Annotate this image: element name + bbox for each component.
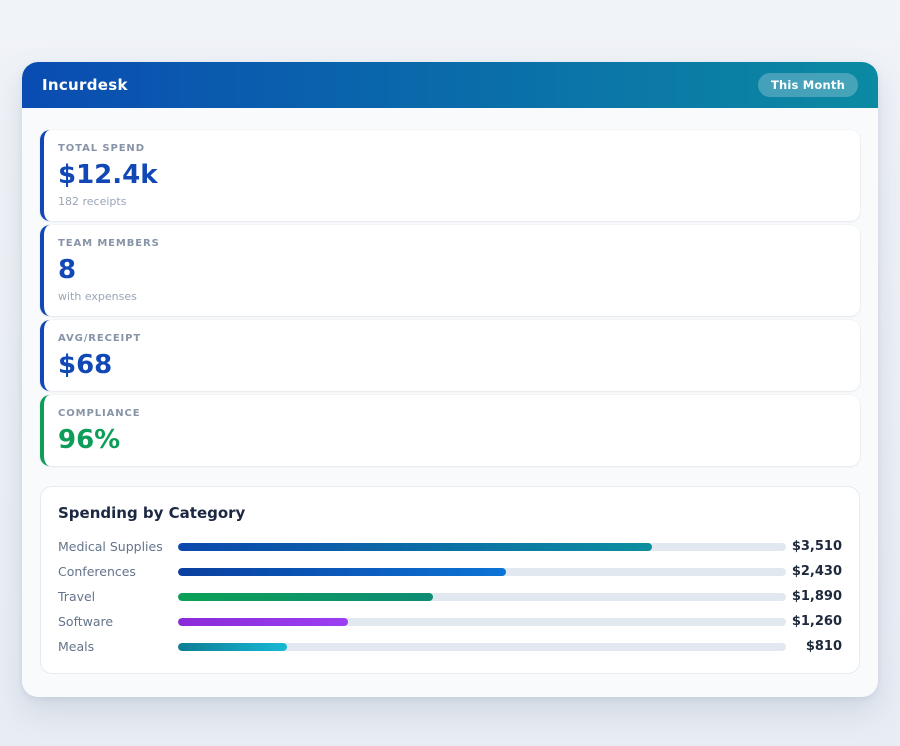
spending-row: Conferences $2,430: [58, 559, 842, 584]
stat-label: COMPLIANCE: [58, 408, 842, 419]
app-header: Incurdesk This Month: [22, 62, 878, 108]
stat-label: TEAM MEMBERS: [58, 238, 842, 249]
stat-subtext: with expenses: [58, 290, 842, 303]
category-bar-track: [178, 618, 786, 626]
category-bar-track: [178, 593, 786, 601]
category-label: Medical Supplies: [58, 539, 178, 554]
stat-value: $68: [58, 352, 842, 378]
stat-card-compliance: COMPLIANCE 96%: [40, 395, 860, 466]
stat-card-total-spend: TOTAL SPEND $12.4k 182 receipts: [40, 130, 860, 221]
category-value: $1,260: [786, 614, 842, 629]
app-title: Incurdesk: [42, 76, 128, 94]
category-bar-track: [178, 643, 786, 651]
spending-row: Travel $1,890: [58, 584, 842, 609]
category-value: $810: [786, 639, 842, 654]
stat-label: TOTAL SPEND: [58, 143, 842, 154]
category-bar-track: [178, 568, 786, 576]
category-bar-fill: [178, 618, 348, 626]
category-label: Meals: [58, 639, 178, 654]
category-label: Travel: [58, 589, 178, 604]
stat-card-avg-receipt: AVG/RECEIPT $68: [40, 320, 860, 391]
category-bar-fill: [178, 543, 652, 551]
category-bar-fill: [178, 593, 433, 601]
stat-card-team-members: TEAM MEMBERS 8 with expenses: [40, 225, 860, 316]
category-label: Conferences: [58, 564, 178, 579]
stat-value: 96%: [58, 427, 842, 453]
spending-row: Meals $810: [58, 634, 842, 659]
period-badge[interactable]: This Month: [758, 73, 858, 97]
spending-row: Software $1,260: [58, 609, 842, 634]
spending-rows: Medical Supplies $3,510 Conferences $2,430 T…: [58, 534, 842, 659]
stat-value: $12.4k: [58, 162, 842, 188]
spending-row: Medical Supplies $3,510: [58, 534, 842, 559]
dashboard-container: Incurdesk This Month TOTAL SPEND $12.4k …: [22, 62, 878, 697]
category-value: $1,890: [786, 589, 842, 604]
category-value: $2,430: [786, 564, 842, 579]
stat-subtext: 182 receipts: [58, 195, 842, 208]
spending-by-category-card: Spending by Category Medical Supplies $3,…: [40, 486, 860, 674]
category-bar-track: [178, 543, 786, 551]
stat-label: AVG/RECEIPT: [58, 333, 842, 344]
category-bar-fill: [178, 568, 506, 576]
stat-value: 8: [58, 257, 842, 283]
category-label: Software: [58, 614, 178, 629]
app-body: TOTAL SPEND $12.4k 182 receipts TEAM MEM…: [22, 108, 878, 697]
spending-card-title: Spending by Category: [58, 504, 842, 522]
category-value: $3,510: [786, 539, 842, 554]
category-bar-fill: [178, 643, 287, 651]
